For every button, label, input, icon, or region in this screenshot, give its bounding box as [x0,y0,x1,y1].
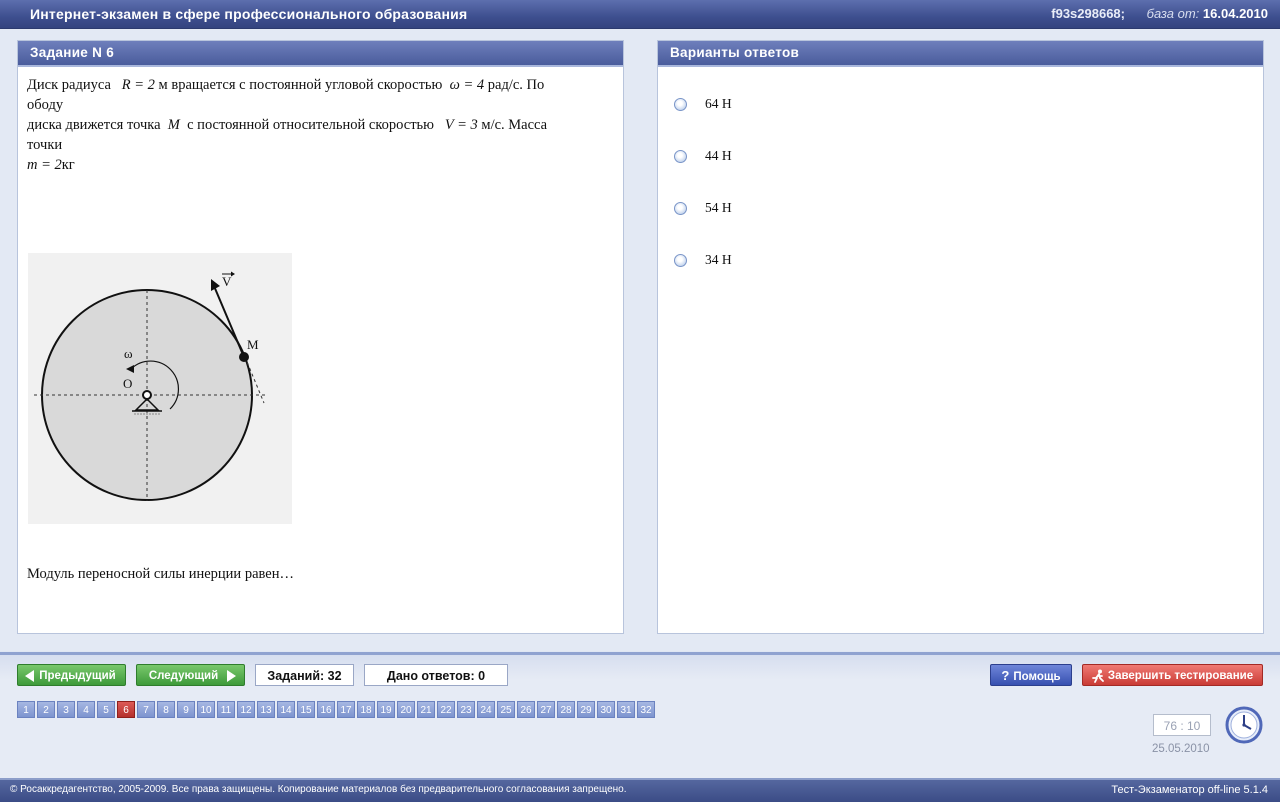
base-date: 16.04.2010 [1202,6,1268,21]
question-number-30[interactable]: 30 [597,701,615,718]
arrow-left-icon [25,670,34,682]
question-number-10[interactable]: 10 [197,701,215,718]
finish-label[interactable]: Завершить тестирование [1092,670,1253,682]
radio-button[interactable] [674,254,687,267]
disk-diagram: V M ω O [34,271,266,501]
question-number-18[interactable]: 18 [357,701,375,718]
answer-label[interactable]: 34 Н [705,252,732,268]
question-number-12[interactable]: 12 [237,701,255,718]
answer-label[interactable]: 44 Н [705,148,732,164]
running-man-icon [1092,669,1104,683]
question-number-11[interactable]: 11 [217,701,235,718]
question-number-3[interactable]: 3 [57,701,75,718]
session-info: f93s298668; база от: 16.04.2010 [1051,6,1268,21]
formula-mass: m = 2 [27,157,62,173]
label-m: M [247,337,259,352]
question-number-29[interactable]: 29 [577,701,595,718]
pivot-o [142,390,152,400]
answers-panel: Варианты ответов 64 Н 44 Н 54 Н 34 Н [657,40,1264,634]
disk-figure: V M ω O [28,253,292,524]
question-number-24[interactable]: 24 [477,701,495,718]
mass-unit: кг [61,157,75,173]
label-v-arrow-head [231,271,235,277]
answered-count: Дано ответов: 0 [364,664,508,686]
question-number-8[interactable]: 8 [157,701,175,718]
point-m [239,352,249,362]
arrow-right-icon [227,670,236,682]
task-text-part: рад/с. По [487,77,545,93]
label-o: O [123,376,132,391]
task-text-part: ободу [27,97,64,113]
question-number-31[interactable]: 31 [617,701,635,718]
app-title: Интернет-экзамен в сфере профессионально… [30,6,468,22]
question-number-16[interactable]: 16 [317,701,335,718]
radio-button[interactable] [674,150,687,163]
clock-icon [1225,706,1263,744]
session-code: f93s298668; [1051,6,1125,21]
question-number-6[interactable]: 6 [117,701,135,718]
question-number-4[interactable]: 4 [77,701,95,718]
label-v: V [222,274,232,289]
current-date: 25.05.2010 [1152,743,1210,755]
formula-velocity: V = 3 [444,117,478,133]
question-number-25[interactable]: 25 [497,701,515,718]
task-text-part: точки [27,137,63,153]
question-number-26[interactable]: 26 [517,701,535,718]
task-text-part: с постоянной относительной скоростью [187,117,434,133]
copyright-text: © Росаккредагентство, 2005-2009. Все пра… [10,784,627,795]
finish-button[interactable]: Завершить тестирование [1082,664,1263,686]
formula-radius: R = 2 [121,77,155,93]
next-button[interactable]: Следующий [136,664,245,686]
question-number-9[interactable]: 9 [177,701,195,718]
task-text-part: диска движется точка [27,117,161,133]
answer-label[interactable]: 54 Н [705,200,732,216]
question-number-17[interactable]: 17 [337,701,355,718]
help-label[interactable]: Помощь [1013,671,1060,683]
formula-omega: ω = 4 [449,77,485,93]
question-number-13[interactable]: 13 [257,701,275,718]
base-label: база от: [1146,6,1200,21]
question-number-20[interactable]: 20 [397,701,415,718]
question-number-19[interactable]: 19 [377,701,395,718]
symbol-point-m: M [167,117,180,133]
question-number-27[interactable]: 27 [537,701,555,718]
radio-button[interactable] [674,202,687,215]
question-number-5[interactable]: 5 [97,701,115,718]
answer-label[interactable]: 64 Н [705,96,732,112]
prev-label[interactable]: Предыдущий [27,670,116,682]
question-number-15[interactable]: 15 [297,701,315,718]
tasks-count: Заданий: 32 [255,664,354,686]
task-text: Диск радиуса R = 2 м вращается с постоян… [27,75,617,175]
question-number-22[interactable]: 22 [437,701,455,718]
label-omega: ω [124,346,133,361]
question-text: Модуль переносной силы инерции равен… [27,566,294,582]
question-number-23[interactable]: 23 [457,701,475,718]
question-number-14[interactable]: 14 [277,701,295,718]
question-number-7[interactable]: 7 [137,701,155,718]
task-panel: Задание N 6 Диск радиуса R = 2 м вращает… [17,40,624,634]
footer: © Росаккредагентство, 2005-2009. Все пра… [0,778,1280,802]
task-text-part: Диск радиуса [27,77,111,93]
timer-display: 76 : 10 [1153,714,1211,736]
task-text-part: м вращается с постоянной угловой скорост… [158,77,443,93]
question-number-1[interactable]: 1 [17,701,35,718]
help-button[interactable]: ? Помощь [990,664,1072,686]
answers-header: Варианты ответов [658,41,1263,67]
question-mark-icon: ? [1001,668,1010,683]
prev-button[interactable]: Предыдущий [17,664,126,686]
window-titlebar: Интернет-экзамен в сфере профессионально… [0,0,1280,29]
question-number-21[interactable]: 21 [417,701,435,718]
task-header: Задание N 6 [18,41,623,67]
question-number-28[interactable]: 28 [557,701,575,718]
radio-button[interactable] [674,98,687,111]
next-label[interactable]: Следующий [149,670,232,682]
version-text: Тест-Экзаменатор off-line 5.1.4 [1111,784,1268,796]
question-number-2[interactable]: 2 [37,701,55,718]
question-number-32[interactable]: 32 [637,701,655,718]
task-text-part: м/с. Масса [481,117,548,133]
